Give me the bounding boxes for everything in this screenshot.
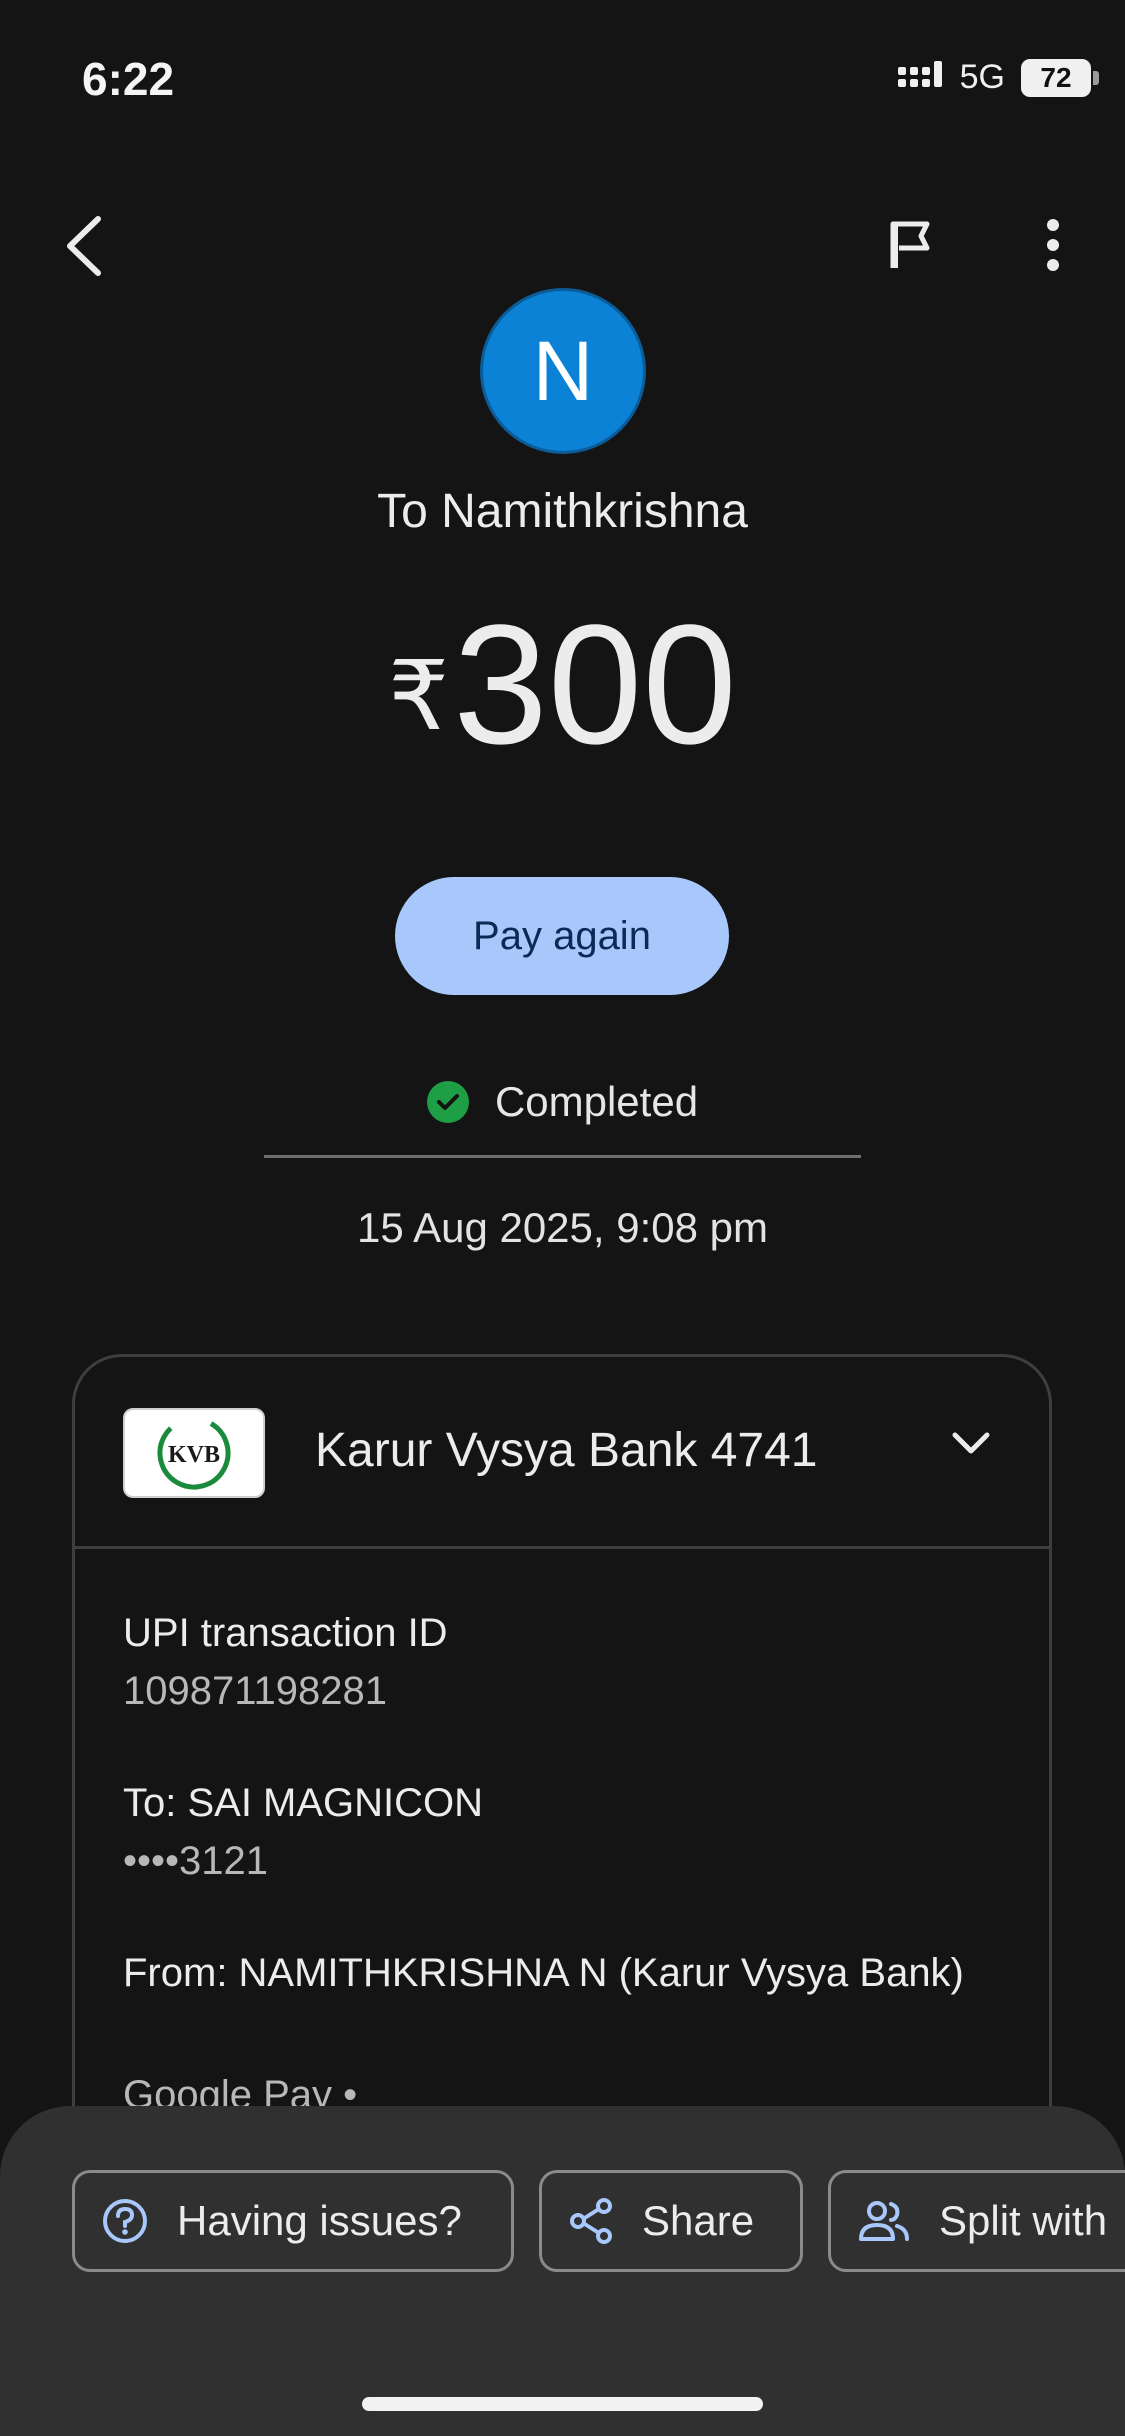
flag-icon [890,221,930,268]
home-indicator[interactable] [362,2397,763,2411]
status-time: 6:22 [82,53,175,105]
share-label: Share [642,2197,755,2244]
transaction-status: Completed [0,1078,1125,1126]
split-with-button[interactable]: Split with [828,2170,1125,2272]
more-options-button[interactable] [1028,215,1078,275]
having-issues-label: Having issues? [177,2197,462,2244]
from-account-label: From: NAMITHKRISHNA N (Karur Vysya Bank) [123,1951,964,1995]
pay-again-button[interactable]: Pay again [395,877,729,995]
check-circle-icon [426,1081,469,1123]
share-icon [570,2198,612,2244]
status-indicators: 5G 72 [897,58,1099,97]
amount-display: ₹ 300 [0,600,1125,770]
expand-button[interactable] [951,1431,991,1462]
transaction-details-screen: 6:22 5G 72 N To Namithkrishna ₹ 300 Pay … [0,0,1125,2436]
bank-account-row[interactable]: KVB Karur Vysya Bank 4741 [75,1357,1049,1549]
share-button[interactable]: Share [539,2170,803,2272]
transaction-datetime: 15 Aug 2025, 9:08 pm [357,1204,768,1251]
network-type: 5G [959,58,1005,96]
back-icon [67,216,101,276]
to-account-value: ••••3121 [123,1839,268,1883]
battery-indicator: 72 [1021,58,1099,97]
signal-icon [897,60,944,95]
amount-value: 300 [453,590,737,780]
bank-logo-text: KVB [168,1442,220,1468]
status-divider [264,1155,861,1158]
having-issues-button[interactable]: Having issues? [72,2170,514,2272]
currency-symbol: ₹ [388,643,450,750]
people-icon [859,2201,909,2241]
report-button[interactable] [876,215,946,275]
upi-id-label: UPI transaction ID [123,1611,448,1655]
back-button[interactable] [52,210,116,282]
upi-id-value: 109871198281 [123,1669,387,1713]
recipient-name: To Namithkrishna [377,485,748,538]
bank-logo: KVB [123,1408,265,1498]
chevron-down-icon [952,1432,990,1454]
bottom-action-sheet: Having issues? Share Split with [0,2106,1125,2436]
more-vert-icon [1047,219,1059,271]
split-with-label: Split with [939,2197,1108,2244]
bank-name: Karur Vysya Bank 4741 [315,1424,818,1477]
to-account-label: To: SAI MAGNICON [123,1781,484,1825]
avatar: N [480,288,646,454]
help-circle-icon [103,2199,147,2243]
status-text: Completed [494,1078,699,1125]
